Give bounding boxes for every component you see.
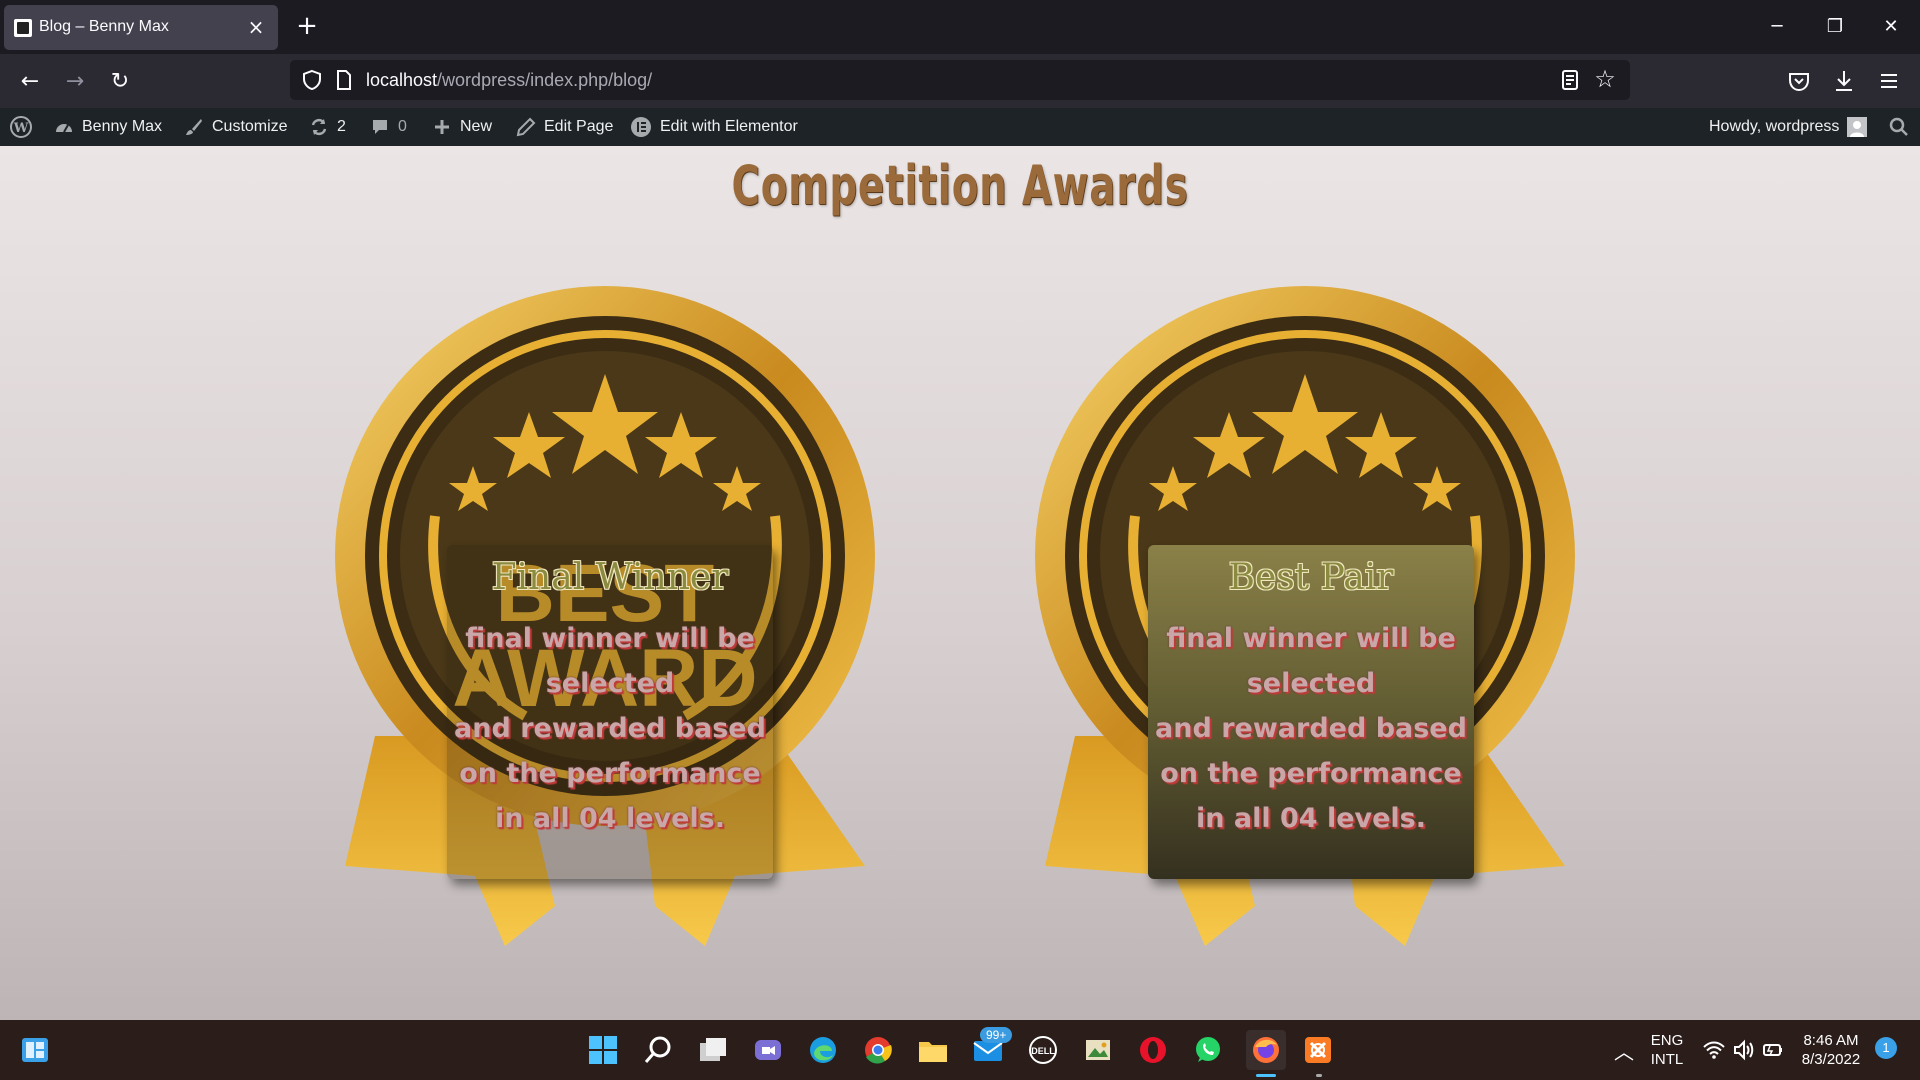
reader-view-icon[interactable] — [1558, 68, 1582, 92]
windows-taskbar: 99+ DELL ︿ ENG INTL 8:46 AM 8/3/2022 1 — [0, 1020, 1920, 1080]
opera-icon[interactable] — [1136, 1033, 1170, 1067]
award-medal-image-2: Best Pair final winner will be selected … — [1015, 256, 1595, 976]
award-card-best-pair: Best Pair final winner will be selected … — [1148, 545, 1474, 879]
notification-count-badge[interactable]: 1 — [1875, 1037, 1897, 1059]
search-icon — [1889, 117, 1908, 136]
comments-count: 0 — [398, 118, 407, 135]
updates-count: 2 — [337, 118, 346, 135]
dell-icon[interactable]: DELL — [1026, 1033, 1060, 1067]
updates-button[interactable]: 2 — [309, 108, 346, 146]
dashboard-icon — [56, 124, 72, 133]
whatsapp-icon[interactable] — [1191, 1033, 1225, 1067]
shield-icon[interactable] — [300, 68, 324, 92]
pocket-icon[interactable] — [1786, 68, 1812, 94]
site-name-label: Benny Max — [82, 118, 163, 135]
award-medal-image-1: BEST AWARD Final Winner final winner wil… — [315, 256, 895, 976]
admin-search-button[interactable] — [1889, 108, 1909, 146]
language-indicator[interactable]: ENG INTL — [1650, 1031, 1684, 1069]
teams-chat-icon[interactable] — [751, 1033, 785, 1067]
brush-icon — [186, 119, 202, 135]
edge-icon[interactable] — [806, 1033, 840, 1067]
start-icon[interactable] — [586, 1033, 620, 1067]
card-title: Best Pair — [1228, 557, 1394, 598]
file-explorer-icon[interactable] — [916, 1033, 950, 1067]
minimize-button[interactable]: ─ — [1754, 10, 1800, 44]
tab-title: Blog – Benny Max — [39, 18, 169, 35]
open-app-indicator — [1316, 1074, 1322, 1077]
comments-button[interactable]: 0 — [370, 108, 407, 146]
back-button[interactable]: ← — [14, 66, 46, 98]
edit-page-label: Edit Page — [544, 118, 614, 135]
battery-icon[interactable] — [1756, 1033, 1790, 1067]
wifi-icon[interactable] — [1697, 1033, 1731, 1067]
svg-text:DELL: DELL — [1031, 1046, 1055, 1056]
bookmark-star-icon[interactable]: ☆ — [1592, 66, 1618, 92]
wordpress-icon: W — [10, 116, 32, 138]
show-hidden-icons-chevron-icon[interactable]: ︿ — [1607, 1033, 1641, 1067]
browser-tab[interactable]: Blog – Benny Max × — [4, 5, 278, 50]
edit-page-button[interactable]: Edit Page — [516, 108, 613, 146]
award-card-final-winner: Final Winner final winner will be select… — [447, 545, 773, 879]
restore-button[interactable]: ❐ — [1812, 10, 1858, 44]
clock[interactable]: 8:46 AM 8/3/2022 — [1795, 1031, 1867, 1069]
edit-elementor-label: Edit with Elementor — [660, 118, 798, 135]
tab-strip: Blog – Benny Max × + ─ ❐ ✕ — [0, 0, 1920, 54]
card-description: final winner will be selected and reward… — [454, 623, 766, 834]
photo-app-icon[interactable] — [1081, 1033, 1115, 1067]
address-bar[interactable]: localhost/wordpress/index.php/blog/ ☆ — [290, 60, 1630, 100]
search-taskbar-icon[interactable] — [641, 1033, 675, 1067]
svg-text:W: W — [13, 121, 29, 136]
active-app-indicator — [1256, 1074, 1276, 1077]
forward-button[interactable]: → — [59, 66, 91, 98]
mail-badge: 99+ — [980, 1027, 1013, 1043]
elementor-icon — [631, 117, 651, 137]
page-content: Competition Awards BEST AWARD Final Winn… — [0, 146, 1920, 1020]
updates-icon — [311, 118, 327, 136]
edit-with-elementor-button[interactable]: Edit with Elementor — [630, 108, 798, 146]
howdy-label: Howdy, wordpress — [1709, 118, 1840, 135]
new-tab-button[interactable]: + — [293, 12, 321, 40]
card-title: Final Winner — [491, 557, 729, 598]
firefox-icon[interactable] — [1246, 1030, 1286, 1070]
menu-icon[interactable] — [1877, 69, 1901, 93]
pencil-icon — [516, 117, 536, 137]
wordpress-logo-button[interactable]: W — [9, 108, 33, 146]
wp-admin-bar: W Benny Max Customize 2 0 New Edit Page … — [0, 108, 1920, 146]
url-text[interactable]: localhost/wordpress/index.php/blog/ — [366, 70, 652, 91]
page-title: Competition Awards — [731, 154, 1189, 217]
close-window-button[interactable]: ✕ — [1868, 10, 1914, 44]
site-favicon-icon — [14, 19, 32, 37]
card-description: final winner will be selected and reward… — [1155, 623, 1467, 834]
task-view-icon[interactable] — [696, 1033, 730, 1067]
comment-icon — [373, 120, 387, 134]
new-content-button[interactable]: New — [432, 108, 492, 146]
download-icon[interactable] — [1831, 68, 1857, 94]
xampp-icon[interactable] — [1301, 1033, 1335, 1067]
customize-label: Customize — [212, 118, 288, 135]
customize-button[interactable]: Customize — [184, 108, 288, 146]
account-menu[interactable]: Howdy, wordpress — [1709, 108, 1868, 146]
site-name-button[interactable]: Benny Max — [54, 108, 162, 146]
plus-icon — [435, 120, 449, 134]
widgets-icon[interactable] — [18, 1033, 52, 1067]
reload-button[interactable]: ↻ — [104, 66, 136, 98]
new-label: New — [460, 118, 493, 135]
chrome-icon[interactable] — [861, 1033, 895, 1067]
page-info-icon[interactable] — [334, 69, 354, 91]
avatar-icon — [1847, 117, 1868, 137]
close-tab-icon[interactable]: × — [244, 15, 268, 39]
navigation-bar: ← → ↻ localhost/wordpress/index.php/blog… — [0, 54, 1920, 108]
